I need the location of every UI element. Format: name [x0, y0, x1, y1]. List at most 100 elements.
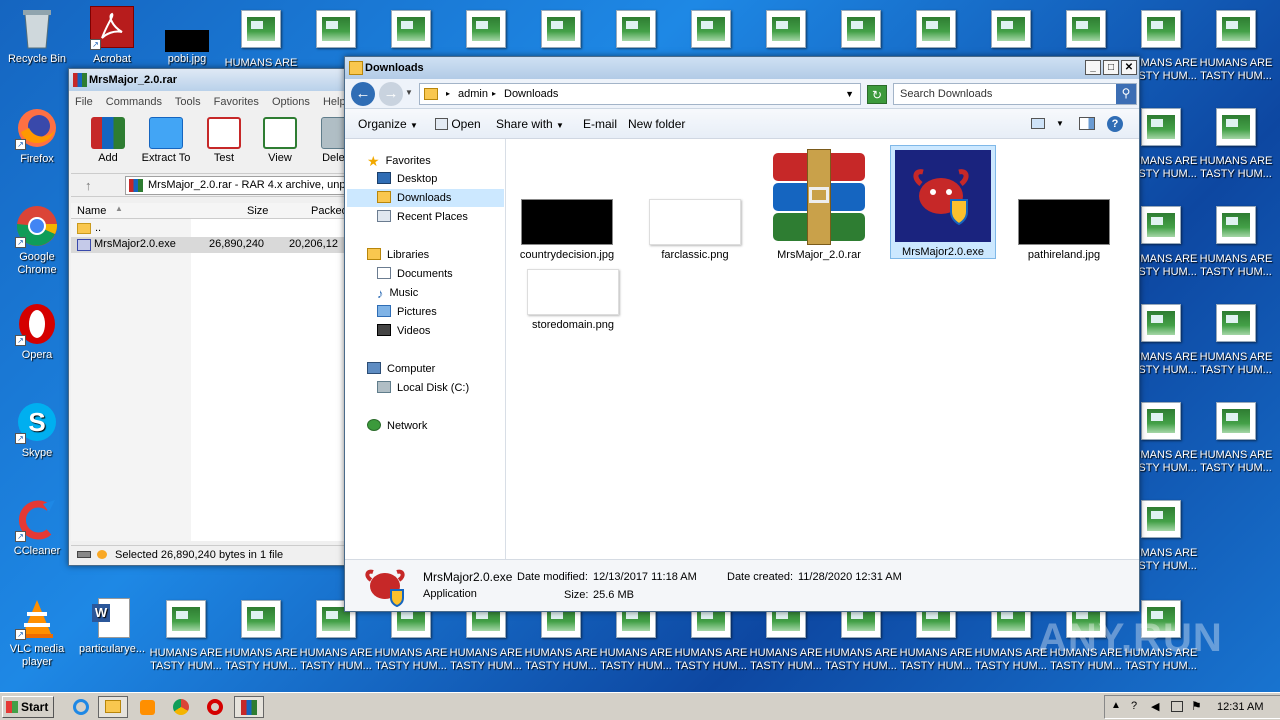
desktop-file-icon[interactable]: HUMANS ARE TASTY HUM... — [1199, 108, 1273, 181]
taskbar-media-button[interactable] — [132, 696, 162, 718]
share-with-button[interactable]: Share with ▼ — [496, 117, 564, 131]
show-hidden-icons-button[interactable]: ▲ — [1111, 700, 1121, 711]
desktop-file-icon[interactable] — [899, 10, 973, 57]
flag-icon[interactable]: ⚑ — [1191, 699, 1202, 713]
taskbar-chrome-button[interactable] — [166, 696, 196, 718]
view-button[interactable]: View — [251, 117, 309, 164]
breadcrumb-downloads[interactable]: Downloads — [504, 88, 558, 100]
path-field[interactable]: MrsMajor_2.0.rar - RAR 4.x archive, unp — [125, 176, 355, 195]
desktop-icon-vlc[interactable]: ↗ VLC media player — [0, 596, 74, 669]
file-item-mrsmajor-rar[interactable]: MrsMajor_2.0.rar — [767, 149, 871, 261]
file-view[interactable]: countrydecision.jpg farclassic.png MrsMa… — [507, 139, 1139, 559]
desktop-icon-firefox[interactable]: ↗ Firefox — [0, 106, 74, 166]
history-dropdown-icon[interactable]: ▼ — [405, 88, 413, 97]
maximize-button[interactable]: □ — [1103, 60, 1119, 75]
view-options-icon[interactable] — [1031, 118, 1045, 129]
start-button[interactable]: Start — [2, 696, 54, 718]
desktop-file-icon[interactable] — [374, 10, 448, 57]
network-icon[interactable] — [1171, 701, 1183, 712]
explorer-titlebar[interactable]: Downloads _ □ ✕ — [345, 57, 1139, 79]
menu-help[interactable]: Help — [323, 96, 346, 108]
nav-recent-places[interactable]: Recent Places — [377, 210, 468, 223]
file-item-farclassic[interactable]: farclassic.png — [643, 199, 747, 261]
forward-button[interactable]: → — [379, 82, 403, 106]
desktop-file-icon[interactable] — [974, 10, 1048, 57]
file-item-storedomain[interactable]: storedomain.png — [521, 269, 625, 331]
help-icon[interactable]: ? — [1107, 116, 1123, 132]
address-field[interactable]: ▸ admin ▸ Downloads ▼ — [419, 83, 861, 105]
desktop-file-icon[interactable]: HUMANS ARE TASTY HUM... — [1199, 304, 1273, 377]
menu-favorites[interactable]: Favorites — [214, 96, 259, 108]
column-size[interactable]: Size — [247, 205, 268, 217]
taskbar-ie-button[interactable] — [66, 696, 96, 718]
desktop-file-icon[interactable] — [674, 10, 748, 57]
email-button[interactable]: E-mail — [583, 117, 617, 131]
nav-videos[interactable]: Videos — [377, 324, 430, 337]
column-name[interactable]: Name — [77, 205, 106, 217]
taskbar-explorer-button[interactable] — [98, 696, 128, 718]
desktop-file-icon[interactable] — [299, 10, 373, 57]
minimize-button[interactable]: _ — [1085, 60, 1101, 75]
back-button[interactable]: ← — [351, 82, 375, 106]
nav-documents[interactable]: Documents — [377, 267, 453, 280]
clock[interactable]: 12:31 AM — [1217, 701, 1263, 713]
menu-tools[interactable]: Tools — [175, 96, 201, 108]
speaker-icon[interactable]: ◀ — [1151, 700, 1159, 713]
taskbar-opera-button[interactable] — [200, 696, 230, 718]
desktop-file-icon[interactable] — [599, 10, 673, 57]
test-button[interactable]: Test — [195, 117, 253, 164]
add-button[interactable]: Add — [79, 117, 137, 164]
chevron-down-icon[interactable]: ▼ — [1056, 119, 1064, 128]
desktop-icon-chrome[interactable]: ↗ Google Chrome — [0, 204, 74, 277]
desktop-file-icon[interactable]: HUMANS ARE TASTY HUM... — [1199, 206, 1273, 279]
preview-pane-icon[interactable] — [1079, 117, 1095, 130]
search-input[interactable]: Search Downloads ⚲ — [893, 83, 1137, 105]
nav-local-disk[interactable]: Local Disk (C:) — [377, 381, 469, 394]
desktop-file-icon[interactable] — [524, 10, 598, 57]
desktop-icon-opera[interactable]: ↗ Opera — [0, 302, 74, 362]
desktop-file-icon[interactable] — [1049, 10, 1123, 57]
refresh-button[interactable]: ↻ — [867, 85, 887, 104]
file-list[interactable]: Name ▲ Size Packed .. MrsMajor2.0.exe 26… — [71, 203, 357, 541]
address-dropdown-icon[interactable]: ▼ — [845, 89, 854, 99]
desktop-file-icon[interactable]: HUMANS ARE TASTY HUM... — [149, 600, 223, 673]
file-item-pathireland[interactable]: pathireland.jpg — [1012, 199, 1116, 261]
file-item-countrydecision[interactable]: countrydecision.jpg — [515, 199, 619, 261]
extract-to-button[interactable]: Extract To — [137, 117, 195, 164]
desktop-icon-acrobat[interactable]: ↗ Acrobat — [75, 6, 149, 66]
open-button[interactable]: Open — [435, 117, 481, 131]
new-folder-button[interactable]: New folder — [628, 117, 685, 131]
desktop-file-icon[interactable] — [824, 10, 898, 57]
desktop-file-icon[interactable] — [449, 10, 523, 57]
column-packed[interactable]: Packed — [311, 205, 348, 217]
nav-downloads[interactable]: Downloads — [347, 189, 504, 207]
desktop-file-icon[interactable]: HUMANS ARE TASTY HUM... — [224, 600, 298, 673]
file-item-mrsmajor-exe[interactable]: MrsMajor2.0.exe — [890, 145, 996, 259]
desktop-file-icon[interactable] — [749, 10, 823, 57]
nav-music[interactable]: ♪ Music — [377, 286, 418, 301]
menu-file[interactable]: File — [75, 96, 93, 108]
organize-button[interactable]: Organize ▼ — [358, 117, 418, 131]
desktop-icon-recycle-bin[interactable]: Recycle Bin — [0, 6, 74, 66]
winrar-window[interactable]: MrsMajor_2.0.rar File Commands Tools Fav… — [68, 68, 358, 566]
explorer-window[interactable]: Downloads _ □ ✕ ← → ▼ ▸ admin ▸ Download… — [344, 56, 1140, 612]
desktop-icon-ccleaner[interactable]: ↗ CCleaner — [0, 498, 74, 558]
nav-favorites[interactable]: ★ Favorites — [367, 153, 431, 169]
winrar-titlebar[interactable]: MrsMajor_2.0.rar — [69, 69, 357, 91]
nav-network[interactable]: Network — [367, 419, 427, 432]
table-row[interactable]: MrsMajor2.0.exe 26,890,240 20,206,12 — [71, 237, 357, 253]
desktop-icon-particulary[interactable]: W particularye... — [75, 596, 149, 656]
menu-commands[interactable]: Commands — [106, 96, 162, 108]
close-button[interactable]: ✕ — [1121, 60, 1137, 75]
desktop-file-icon[interactable]: HUMANS ARE TASTY HUM... — [1199, 10, 1273, 83]
nav-desktop[interactable]: Desktop — [377, 172, 437, 185]
desktop-file-icon[interactable]: HUMANS ARE TASTY HUM... — [1199, 402, 1273, 475]
menu-options[interactable]: Options — [272, 96, 310, 108]
table-row[interactable]: .. — [71, 221, 357, 237]
help-icon[interactable]: ? — [1131, 700, 1137, 712]
nav-libraries[interactable]: Libraries — [367, 248, 429, 261]
nav-computer[interactable]: Computer — [367, 362, 435, 375]
search-icon[interactable]: ⚲ — [1116, 84, 1136, 104]
breadcrumb-admin[interactable]: admin — [458, 88, 488, 100]
desktop-icon-skype[interactable]: S ↗ Skype — [0, 400, 74, 460]
